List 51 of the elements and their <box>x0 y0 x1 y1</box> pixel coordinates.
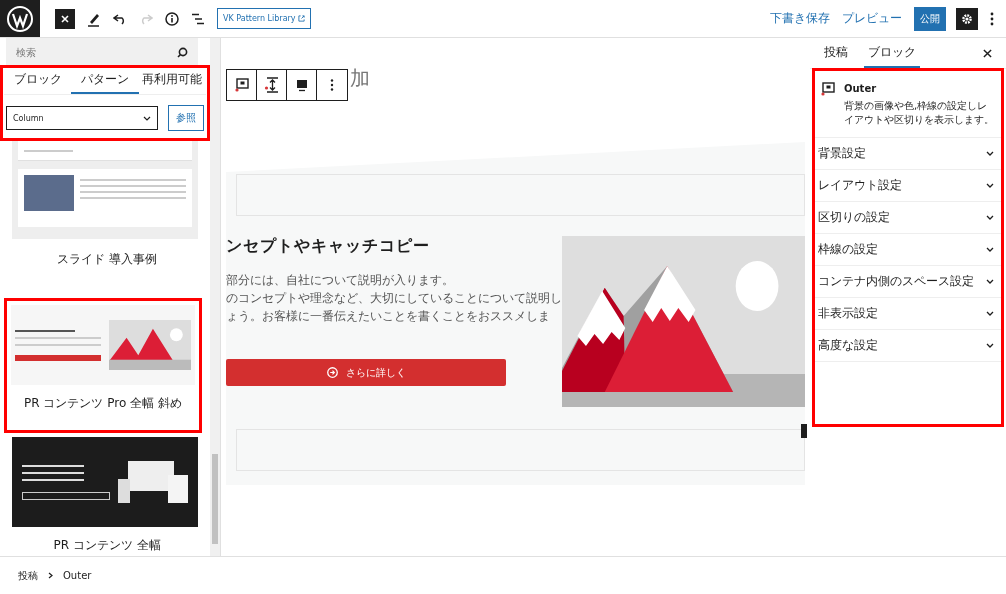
settings-panel-toggle[interactable]: 背景設定 <box>812 138 1004 170</box>
chevron-down-icon <box>143 115 151 121</box>
settings-button[interactable] <box>956 7 978 30</box>
close-icon[interactable] <box>55 8 75 29</box>
list-view-icon[interactable] <box>191 12 205 25</box>
pattern-label[interactable]: PR コンテンツ 全幅 <box>12 527 202 556</box>
pattern-library-button[interactable]: VK Pattern Library <box>217 8 311 29</box>
search-icon <box>177 47 188 58</box>
paragraph-line: 部分には、自社について説明が入ります。 <box>226 272 454 289</box>
pattern-preview[interactable] <box>12 437 198 527</box>
outer-block-icon <box>820 81 836 97</box>
breadcrumb-link[interactable]: Outer <box>63 570 92 581</box>
search-field[interactable]: 検索 <box>6 38 198 66</box>
paragraph-line: ょう。お客様に一番伝えたいことを書くことをおススメしま <box>226 308 550 325</box>
settings-panel-toggle[interactable]: コンテナ内側のスペース設定 <box>812 266 1004 298</box>
sidebar-tab[interactable]: 投稿 <box>820 38 852 68</box>
settings-panel-toggle[interactable]: 非表示設定 <box>812 298 1004 330</box>
explore-button[interactable]: 参照 <box>168 105 204 131</box>
settings-panel-toggle[interactable]: 区切りの設定 <box>812 202 1004 234</box>
chevron-right-icon <box>48 572 53 579</box>
external-link-icon <box>297 15 305 22</box>
save-draft-button[interactable]: 下書き保存 <box>770 10 830 27</box>
post-title[interactable]: 加 <box>350 64 370 92</box>
breadcrumb-link[interactable]: 投稿 <box>18 568 38 583</box>
paragraph-line: のコンセプトや理念など、大切にしていることについて説明し <box>226 290 562 307</box>
inserter-tab[interactable]: ブロック <box>4 66 72 94</box>
sidebar-tab[interactable]: ブロック <box>864 38 920 68</box>
info-icon[interactable] <box>165 11 179 26</box>
section-heading: ンセプトやキャッチコピー <box>226 236 431 257</box>
read-more-button[interactable]: さらに詳しく <box>226 359 506 386</box>
arrow-circle-icon <box>326 367 338 378</box>
gear-icon <box>961 12 973 25</box>
block-description: 背景の画像や色,枠線の設定しレイアウトや区切りを表示します。 <box>844 99 995 127</box>
undo-icon[interactable] <box>113 12 127 25</box>
preview-button[interactable]: プレビュー <box>842 10 902 27</box>
inserter-tab[interactable]: パターン <box>71 66 139 94</box>
settings-panel-toggle[interactable]: 高度な設定 <box>812 330 1004 362</box>
photo-placeholder <box>24 175 74 211</box>
settings-panel-toggle[interactable]: レイアウト設定 <box>812 170 1004 202</box>
category-select[interactable]: Column <box>6 106 158 130</box>
publish-button[interactable]: 公開 <box>914 6 946 31</box>
inserter-tab[interactable]: 再利用可能 <box>138 66 206 94</box>
block-name: Outer <box>844 83 878 94</box>
side-tab-marker[interactable] <box>801 424 807 438</box>
scrollbar[interactable] <box>210 38 220 556</box>
more-options-icon[interactable] <box>990 11 994 26</box>
wordpress-logo-icon[interactable] <box>0 0 40 37</box>
pattern-label[interactable]: スライド 導入事例 <box>12 239 202 294</box>
close-icon[interactable] <box>983 48 992 58</box>
pattern-label[interactable]: PR コンテンツ Pro 全幅 斜め <box>11 385 195 426</box>
settings-panel-toggle[interactable]: 枠線の設定 <box>812 234 1004 266</box>
